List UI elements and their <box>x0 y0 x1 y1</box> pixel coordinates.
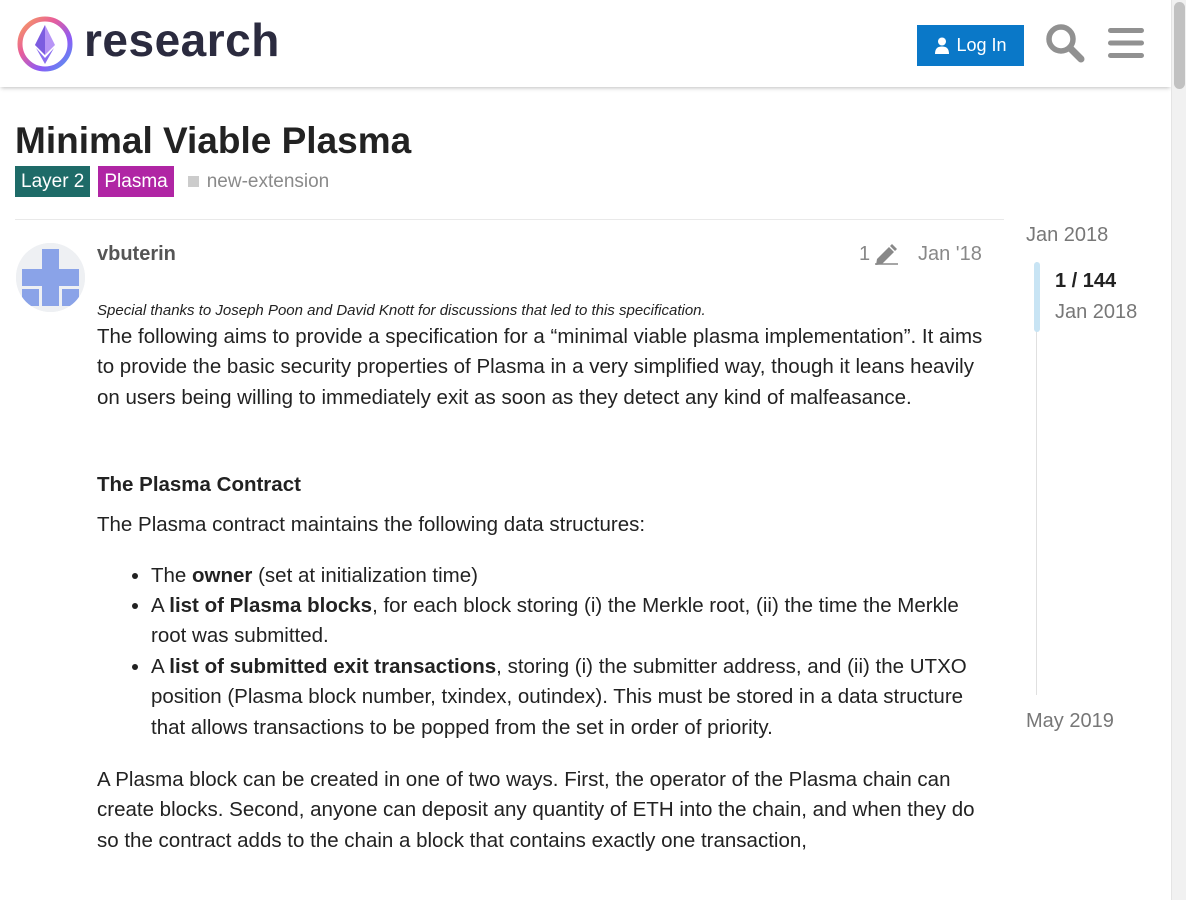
user-icon <box>935 37 950 54</box>
logo-icon <box>17 16 73 72</box>
list-item: The owner (set at initialization time) <box>151 561 997 591</box>
topic-divider <box>15 219 1004 220</box>
page-scrollbar[interactable] <box>1171 0 1186 900</box>
topic-title[interactable]: Minimal Viable Plasma <box>15 119 411 163</box>
category-layer-2[interactable]: Layer 2 <box>15 166 91 197</box>
login-button[interactable]: Log In <box>917 25 1024 66</box>
edit-count: 1 <box>859 243 871 265</box>
post-thanks-note: Special thanks to Joseph Poon and David … <box>97 302 706 319</box>
data-structures-list: The owner (set at initialization time) A… <box>97 561 997 743</box>
avatar-identicon <box>16 243 85 312</box>
site-logo[interactable]: research <box>16 14 280 74</box>
search-button[interactable] <box>1045 22 1085 64</box>
list-item: A list of Plasma blocks, for each block … <box>151 591 997 652</box>
post-date[interactable]: Jan '18 <box>918 241 982 267</box>
timeline-position: 1 / 144 <box>1055 270 1117 292</box>
section-lead: The Plasma contract maintains the follow… <box>97 513 646 537</box>
tag-square-icon <box>187 176 199 187</box>
site-header: research Log In <box>0 0 1171 87</box>
category-plasma[interactable]: Plasma <box>98 166 174 197</box>
closing-paragraph: A Plasma block can be created in one of … <box>97 768 975 852</box>
post-intro-paragraph: The following aims to provide a specific… <box>97 325 983 409</box>
edit-history-button[interactable]: 1 <box>859 241 899 267</box>
timeline-current-date: Jan 2018 <box>1055 301 1138 323</box>
login-label: Log In <box>956 35 1007 55</box>
tag-label: new-extension <box>206 170 330 192</box>
timeline-start-date[interactable]: Jan 2018 <box>1026 222 1108 248</box>
site-name: research <box>84 14 280 66</box>
timeline-end-date[interactable]: May 2019 <box>1026 708 1114 734</box>
pencil-icon <box>875 244 899 265</box>
timeline-handle[interactable] <box>1034 262 1040 332</box>
topic-categories-and-tags: Layer 2 Plasma new-extension <box>15 166 329 197</box>
menu-icon <box>1108 28 1144 58</box>
post-body: Special thanks to Joseph Poon and David … <box>97 300 997 856</box>
section-heading: The Plasma Contract <box>97 473 301 497</box>
scrollbar-thumb[interactable] <box>1174 2 1185 89</box>
post-author[interactable]: vbuterin <box>97 241 176 267</box>
tag-new-extension[interactable]: new-extension <box>187 170 330 193</box>
search-icon <box>1046 24 1085 63</box>
avatar[interactable] <box>16 243 85 312</box>
hamburger-menu-button[interactable] <box>1106 22 1146 64</box>
list-item: A list of submitted exit transactions, s… <box>151 652 997 743</box>
